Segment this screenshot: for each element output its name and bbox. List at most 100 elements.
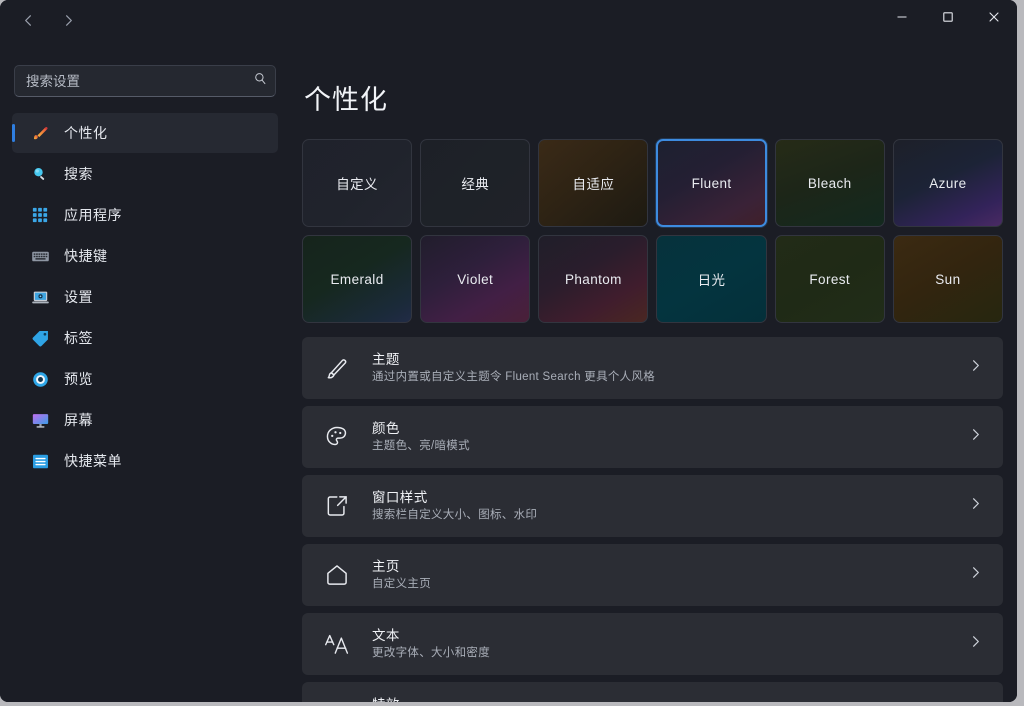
magnifier-icon <box>30 164 50 184</box>
paintbrush-icon <box>322 353 352 383</box>
theme-card-label: 自定义 <box>336 173 378 193</box>
title-bar <box>0 0 1017 40</box>
tag-icon <box>30 328 50 348</box>
keyboard-icon <box>30 246 50 266</box>
settings-row-title: 主题 <box>372 350 948 370</box>
sidebar-item-label: 应用程序 <box>64 205 122 225</box>
settings-row[interactable]: 颜色主题色、亮/暗模式 <box>302 406 1003 468</box>
chevron-right-icon[interactable] <box>968 427 987 447</box>
sidebar-item-settings[interactable]: 设置 <box>12 277 278 317</box>
theme-card[interactable]: Azure <box>893 139 1003 227</box>
theme-card[interactable]: Forest <box>775 235 885 323</box>
theme-card[interactable]: 日光 <box>656 235 766 323</box>
sidebar-item-screen[interactable]: 屏幕 <box>12 400 278 440</box>
laptop-settings-icon <box>30 287 50 307</box>
settings-row-text: 文本更改字体、大小和密度 <box>372 626 948 663</box>
theme-card[interactable]: Violet <box>420 235 530 323</box>
sidebar-item-personalization[interactable]: 个性化 <box>12 113 278 153</box>
search-settings-field[interactable] <box>14 65 276 97</box>
theme-card[interactable]: Phantom <box>538 235 648 323</box>
window-body: 个性化 搜索 <box>0 40 1017 702</box>
settings-row-text: 特效动画、透明效果、壁纸 <box>372 695 948 702</box>
search-input[interactable] <box>14 65 276 97</box>
theme-card[interactable]: Fluent <box>656 139 766 227</box>
back-button[interactable] <box>8 3 48 37</box>
palette-icon <box>322 422 352 452</box>
settings-row-title: 主页 <box>372 557 948 577</box>
settings-row-subtitle: 更改字体、大小和密度 <box>372 645 948 662</box>
apps-grid-icon <box>30 205 50 225</box>
settings-row-title: 特效 <box>372 695 948 702</box>
home-icon <box>322 560 352 590</box>
theme-card-label: 日光 <box>698 269 726 289</box>
sidebar-item-context-menu[interactable]: 快捷菜单 <box>12 441 278 481</box>
settings-row-text: 颜色主题色、亮/暗模式 <box>372 419 948 456</box>
settings-row-subtitle: 通过内置或自定义主题令 Fluent Search 更具个人风格 <box>372 369 948 386</box>
settings-row[interactable]: 主页自定义主页 <box>302 544 1003 606</box>
settings-row-title: 颜色 <box>372 419 948 439</box>
sidebar-item-hotkeys[interactable]: 快捷键 <box>12 236 278 276</box>
theme-card[interactable]: Sun <box>893 235 1003 323</box>
sidebar-item-label: 搜索 <box>64 164 93 184</box>
theme-card-label: 自适应 <box>573 173 615 193</box>
minimize-button[interactable] <box>879 0 925 34</box>
eye-icon <box>30 369 50 389</box>
theme-card[interactable]: 自定义 <box>302 139 412 227</box>
chevron-right-icon[interactable] <box>968 634 987 654</box>
settings-row[interactable]: 特效动画、透明效果、壁纸 <box>302 682 1003 702</box>
forward-button[interactable] <box>48 3 88 37</box>
menu-list-icon <box>30 451 50 471</box>
sparkle-icon <box>322 698 352 702</box>
theme-card[interactable]: Emerald <box>302 235 412 323</box>
sidebar: 个性化 搜索 <box>0 40 290 702</box>
settings-row-text: 窗口样式搜索栏自定义大小、图标、水印 <box>372 488 948 525</box>
sidebar-item-preview[interactable]: 预览 <box>12 359 278 399</box>
monitor-icon <box>30 410 50 430</box>
minimize-icon <box>896 11 908 23</box>
settings-row-text: 主页自定义主页 <box>372 557 948 594</box>
settings-row[interactable]: 主题通过内置或自定义主题令 Fluent Search 更具个人风格 <box>302 337 1003 399</box>
sidebar-item-label: 快捷菜单 <box>64 451 122 471</box>
chevron-left-icon <box>21 13 36 28</box>
theme-card[interactable]: 自适应 <box>538 139 648 227</box>
theme-card-label: Phantom <box>565 272 622 287</box>
settings-row[interactable]: 窗口样式搜索栏自定义大小、图标、水印 <box>302 475 1003 537</box>
chevron-right-icon[interactable] <box>968 496 987 516</box>
settings-window: 个性化 搜索 <box>0 0 1017 702</box>
chevron-right-icon <box>61 13 76 28</box>
close-icon <box>988 11 1000 23</box>
sidebar-item-label: 快捷键 <box>64 246 108 266</box>
main-content: 个性化 自定义 经典 自适应 Fluent Bleach Azure Emerald Viol… <box>290 40 1017 702</box>
sidebar-item-label: 设置 <box>64 287 93 307</box>
sidebar-item-label: 屏幕 <box>64 410 93 430</box>
sidebar-item-label: 个性化 <box>64 123 108 143</box>
maximize-button[interactable] <box>925 0 971 34</box>
sidebar-nav-list: 个性化 搜索 <box>12 113 278 481</box>
sidebar-item-label: 标签 <box>64 328 93 348</box>
theme-card-label: Violet <box>457 272 493 287</box>
settings-row[interactable]: 文本更改字体、大小和密度 <box>302 613 1003 675</box>
theme-card[interactable]: 经典 <box>420 139 530 227</box>
sidebar-item-apps[interactable]: 应用程序 <box>12 195 278 235</box>
chevron-right-icon[interactable] <box>968 565 987 585</box>
page-title: 个性化 <box>304 78 1003 117</box>
paintbrush-icon <box>30 123 50 143</box>
font-size-icon <box>322 629 352 659</box>
settings-row-text: 主题通过内置或自定义主题令 Fluent Search 更具个人风格 <box>372 350 948 387</box>
sidebar-item-search[interactable]: 搜索 <box>12 154 278 194</box>
theme-card-label: Forest <box>809 272 850 287</box>
theme-card[interactable]: Bleach <box>775 139 885 227</box>
theme-card-label: 经典 <box>461 173 489 193</box>
sidebar-item-tags[interactable]: 标签 <box>12 318 278 358</box>
chevron-right-icon[interactable] <box>968 358 987 378</box>
theme-card-label: Azure <box>929 176 966 191</box>
theme-card-label: Fluent <box>692 176 732 191</box>
close-button[interactable] <box>971 0 1017 34</box>
theme-grid: 自定义 经典 自适应 Fluent Bleach Azure Emerald Violet Ph… <box>302 139 1003 323</box>
settings-row-title: 窗口样式 <box>372 488 948 508</box>
theme-card-label: Emerald <box>331 272 384 287</box>
settings-row-title: 文本 <box>372 626 948 646</box>
maximize-icon <box>942 11 954 23</box>
theme-card-label: Bleach <box>808 176 852 191</box>
window-style-icon <box>322 491 352 521</box>
